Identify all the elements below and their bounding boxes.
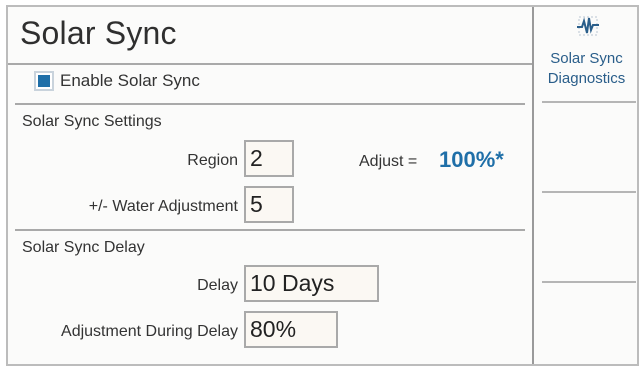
water-adjustment-field[interactable]: 5 [244, 186, 294, 223]
enable-solar-sync-label: Enable Solar Sync [60, 71, 200, 90]
solar-sync-diagnostics-softkey[interactable]: Solar Sync Diagnostics [534, 7, 639, 97]
region-label: Region [187, 152, 238, 169]
water-adjustment-label: +/- Water Adjustment [88, 198, 238, 215]
delay-section-title: Solar Sync Delay [22, 239, 145, 256]
title-divider [8, 63, 532, 65]
main-panel: Solar Sync Enable Solar Sync Solar Sync … [8, 7, 532, 364]
diagnostics-waveform-icon [577, 16, 599, 36]
softkey-panel: Solar Sync Diagnostics [532, 7, 637, 364]
diagnostics-softkey-label-line1: Solar Sync [550, 50, 623, 67]
diagnostics-softkey-label: Solar Sync Diagnostics [534, 49, 639, 89]
checkbox-checked-mark [38, 75, 50, 87]
softkey-divider-2 [542, 191, 636, 193]
enable-solar-sync-checkbox[interactable] [34, 71, 54, 91]
settings-section-title: Solar Sync Settings [22, 113, 162, 130]
adjustment-during-delay-label: Adjustment During Delay [61, 323, 238, 340]
adjust-label: Adjust = [359, 153, 418, 170]
delay-label: Delay [197, 277, 238, 294]
controller-screen: Solar Sync Enable Solar Sync Solar Sync … [6, 5, 639, 366]
softkey-divider-1 [542, 101, 636, 103]
enable-solar-sync-row[interactable]: Enable Solar Sync [34, 71, 200, 91]
region-field[interactable]: 2 [244, 140, 294, 177]
delay-field[interactable]: 10 Days [244, 265, 379, 302]
enable-divider [15, 103, 525, 105]
page-title: Solar Sync [20, 15, 177, 51]
diagnostics-softkey-label-line2: Diagnostics [547, 70, 626, 87]
settings-divider [15, 229, 525, 231]
softkey-divider-3 [542, 281, 636, 283]
adjust-value: 100%* [439, 147, 504, 172]
adjustment-during-delay-field[interactable]: 80% [244, 311, 338, 348]
